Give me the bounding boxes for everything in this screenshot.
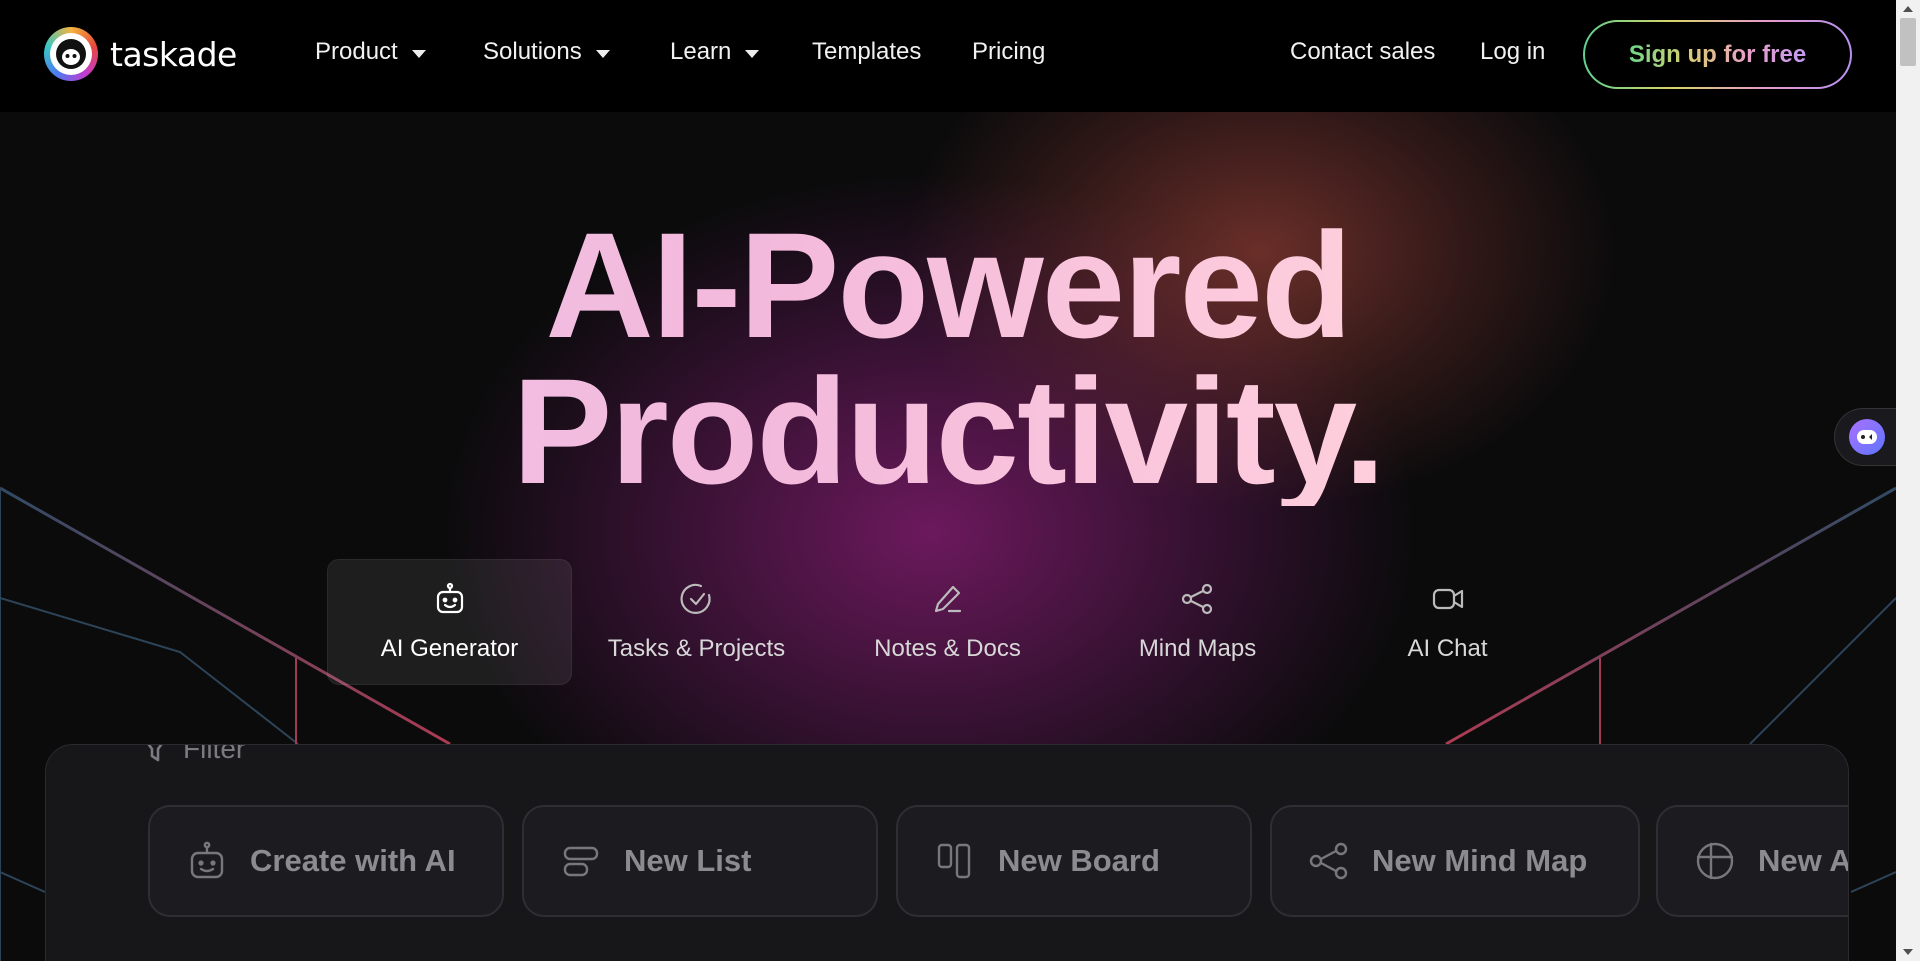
new-mind-map-button[interactable]: New Mind Map bbox=[1270, 805, 1640, 917]
filter-icon bbox=[147, 745, 163, 762]
share-nodes-icon bbox=[1180, 581, 1216, 617]
quick-create-panel: Filter Create with AI New List New Board bbox=[45, 744, 1849, 961]
tab-label: Notes & Docs bbox=[874, 635, 1021, 662]
card-label: New Board bbox=[998, 843, 1160, 878]
chat-bot-icon bbox=[1849, 419, 1885, 455]
taskade-logo[interactable]: taskade bbox=[44, 27, 237, 81]
new-board-button[interactable]: New Board bbox=[896, 805, 1252, 917]
nav-item-learn[interactable]: Learn bbox=[670, 38, 760, 66]
card-label: Create with AI bbox=[250, 843, 456, 878]
login-link[interactable]: Log in bbox=[1480, 38, 1545, 66]
share-nodes-icon bbox=[1309, 842, 1348, 880]
scrollbar-thumb[interactable] bbox=[1900, 18, 1916, 66]
chevron-down-icon bbox=[595, 49, 610, 58]
tab-label: Tasks & Projects bbox=[607, 635, 786, 662]
create-with-ai-button[interactable]: Create with AI bbox=[148, 805, 504, 917]
top-nav: taskade Product Solutions Learn Template… bbox=[0, 0, 1896, 112]
nav-item-label: Product bbox=[315, 38, 398, 65]
card-label: New Mind Map bbox=[1372, 843, 1588, 878]
tab-ai-generator[interactable]: AI Generator bbox=[327, 559, 572, 685]
nav-item-label: Learn bbox=[670, 38, 732, 65]
nav-item-label: Solutions bbox=[483, 38, 582, 65]
filter-label: Filter bbox=[183, 744, 246, 764]
new-a-button[interactable]: New A bbox=[1656, 805, 1849, 917]
chevron-down-icon bbox=[411, 49, 426, 58]
nav-item-label: Pricing bbox=[972, 38, 1046, 65]
filter-button[interactable]: Filter bbox=[141, 744, 246, 765]
scroll-up-arrow-icon[interactable] bbox=[1903, 6, 1913, 12]
robot-icon bbox=[432, 581, 468, 617]
contact-sales-link[interactable]: Contact sales bbox=[1290, 38, 1435, 66]
page-scrollbar[interactable] bbox=[1896, 0, 1920, 961]
tab-label: Mind Maps bbox=[1138, 635, 1257, 662]
taskade-sheep-icon bbox=[44, 27, 98, 81]
nav-item-solutions[interactable]: Solutions bbox=[483, 38, 610, 66]
board-icon bbox=[937, 843, 971, 879]
tab-tasks-projects[interactable]: Tasks & Projects bbox=[574, 559, 819, 685]
tab-mind-maps[interactable]: Mind Maps bbox=[1075, 559, 1320, 685]
signup-label: Sign up for free bbox=[1628, 40, 1807, 68]
globe-grid-icon bbox=[1696, 842, 1734, 880]
hero-headline-line1: AI-Powered bbox=[0, 210, 1896, 360]
brand-name: taskade bbox=[110, 34, 237, 74]
pencil-icon bbox=[930, 581, 966, 617]
video-icon bbox=[1430, 581, 1466, 617]
hero-section: AI-Powered Productivity. AI Generator Ta… bbox=[0, 112, 1896, 961]
signup-button[interactable]: Sign up for free bbox=[1583, 20, 1852, 89]
tab-notes-docs[interactable]: Notes & Docs bbox=[825, 559, 1070, 685]
card-label: New A bbox=[1758, 843, 1849, 878]
chevron-down-icon bbox=[745, 49, 760, 58]
nav-item-pricing[interactable]: Pricing bbox=[972, 38, 1045, 66]
card-label: New List bbox=[624, 843, 752, 878]
nav-item-product[interactable]: Product bbox=[315, 38, 426, 66]
new-list-button[interactable]: New List bbox=[522, 805, 878, 917]
tab-label: AI Generator bbox=[380, 635, 519, 662]
robot-icon bbox=[190, 841, 224, 879]
hero-headline-line2: Productivity. bbox=[0, 356, 1896, 506]
nav-item-templates[interactable]: Templates bbox=[812, 38, 921, 66]
scroll-down-arrow-icon[interactable] bbox=[1903, 949, 1913, 955]
check-circle-icon bbox=[679, 581, 715, 617]
list-icon bbox=[563, 846, 599, 877]
chat-widget-launcher[interactable] bbox=[1834, 408, 1896, 466]
nav-item-label: Templates bbox=[812, 38, 922, 65]
tab-label: AI Chat bbox=[1407, 635, 1488, 662]
tab-ai-chat[interactable]: AI Chat bbox=[1325, 559, 1570, 685]
